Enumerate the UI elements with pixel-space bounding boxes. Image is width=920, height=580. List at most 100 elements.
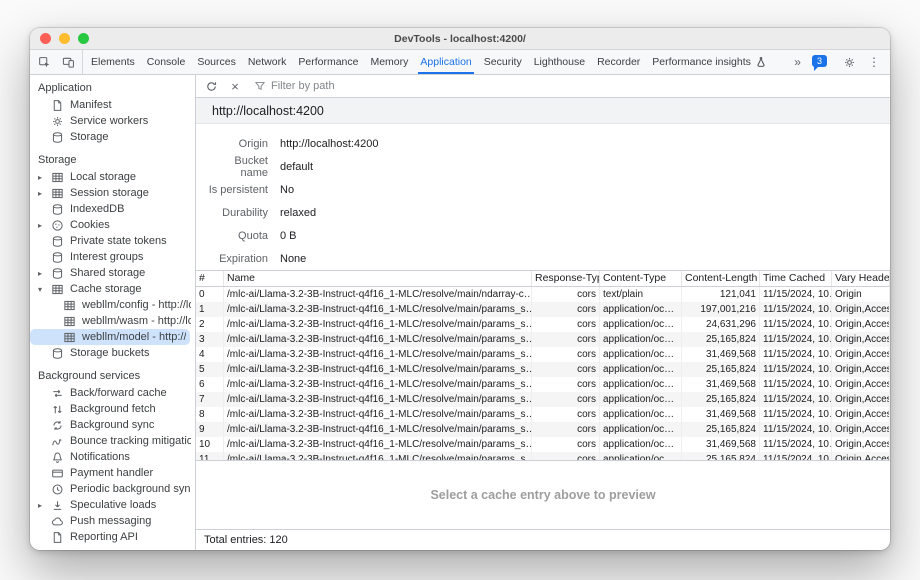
sidebar-item-storage[interactable]: Storage — [30, 129, 195, 145]
tab-sources[interactable]: Sources — [191, 50, 242, 74]
sidebar-item-periodic-background-sync[interactable]: Periodic background sync — [30, 481, 195, 497]
cell-vary-header: Origin,Access… — [832, 392, 890, 407]
sidebar-item-payment-handler[interactable]: Payment handler — [30, 465, 195, 481]
tab-recorder[interactable]: Recorder — [591, 50, 646, 74]
cache-entry-row[interactable]: 0/mlc-ai/Llama-3.2-3B-Instruct-q4f16_1-M… — [196, 287, 890, 302]
sidebar-item-reporting-api[interactable]: Reporting API — [30, 529, 195, 545]
chevron-right-icon[interactable]: ▸ — [38, 269, 50, 278]
minimize-window-button[interactable] — [59, 33, 70, 44]
bell-icon — [50, 451, 65, 464]
sidebar-item-manifest[interactable]: Manifest — [30, 97, 195, 113]
cache-entry-row[interactable]: 1/mlc-ai/Llama-3.2-3B-Instruct-q4f16_1-M… — [196, 302, 890, 317]
sidebar-item-private-state-tokens[interactable]: Private state tokens — [30, 233, 195, 249]
sidebar-item-push-messaging[interactable]: Push messaging — [30, 513, 195, 529]
database-icon — [50, 203, 65, 216]
column-header-response-type[interactable]: Response-Type — [532, 271, 600, 286]
chevron-down-icon[interactable]: ▾ — [38, 285, 50, 294]
sidebar-item-cookies[interactable]: ▸Cookies — [30, 217, 195, 233]
cache-entry-row[interactable]: 7/mlc-ai/Llama-3.2-3B-Instruct-q4f16_1-M… — [196, 392, 890, 407]
sidebar-item-label: IndexedDB — [70, 203, 124, 215]
tab-label: Security — [484, 56, 522, 68]
metadata-value: relaxed — [280, 207, 316, 219]
sidebar-item-webllm-wasm-http-loca[interactable]: webllm/wasm - http://loca… — [30, 313, 195, 329]
sidebar-item-back-forward-cache[interactable]: Back/forward cache — [30, 385, 195, 401]
sidebar-item-session-storage[interactable]: ▸Session storage — [30, 185, 195, 201]
tab-label: Performance — [298, 56, 358, 68]
sidebar-item-webllm-model-http-loc[interactable]: webllm/model - http://loc… — [30, 329, 190, 345]
cell-vary-header: Origin — [832, 287, 890, 302]
column-header-vary-header[interactable]: Vary Header — [832, 271, 890, 286]
traffic-lights — [40, 28, 89, 49]
chevron-right-icon[interactable]: ▸ — [38, 221, 50, 230]
refresh-icon[interactable] — [200, 76, 222, 96]
cache-entry-row[interactable]: 6/mlc-ai/Llama-3.2-3B-Instruct-q4f16_1-M… — [196, 377, 890, 392]
sidebar-item-storage-buckets[interactable]: Storage buckets — [30, 345, 195, 361]
sidebar-item-label: Shared storage — [70, 267, 145, 279]
filter-field[interactable]: Filter by path — [254, 80, 335, 92]
sidebar-item-label: Private state tokens — [70, 235, 167, 247]
settings-gear-icon[interactable] — [837, 50, 861, 74]
column-header-[interactable]: # — [196, 271, 224, 286]
cache-entry-row[interactable]: 4/mlc-ai/Llama-3.2-3B-Instruct-q4f16_1-M… — [196, 347, 890, 362]
cache-entry-row[interactable]: 10/mlc-ai/Llama-3.2-3B-Instruct-q4f16_1-… — [196, 437, 890, 452]
cache-entry-row[interactable]: 9/mlc-ai/Llama-3.2-3B-Instruct-q4f16_1-M… — [196, 422, 890, 437]
column-header-content-length[interactable]: Content-Length — [682, 271, 760, 286]
sidebar-item-service-workers[interactable]: Service workers — [30, 113, 195, 129]
cell-: 8 — [196, 407, 224, 422]
tab-performance[interactable]: Performance — [292, 50, 364, 74]
column-header-name[interactable]: Name — [224, 271, 532, 286]
chevron-right-icon[interactable]: ▸ — [38, 189, 50, 198]
chevron-right-icon[interactable]: ▸ — [38, 501, 50, 510]
tab-performance-insights[interactable]: Performance insights — [646, 50, 773, 74]
close-window-button[interactable] — [40, 33, 51, 44]
delete-selected-icon[interactable]: × — [224, 76, 246, 96]
metadata-value: No — [280, 184, 294, 196]
cache-storage-panel: × Filter by path http://localhost:4200 O… — [196, 75, 890, 550]
column-header-content-type[interactable]: Content-Type — [600, 271, 682, 286]
table-icon — [50, 283, 65, 296]
sidebar-item-cache-storage[interactable]: ▾Cache storage — [30, 281, 195, 297]
tab-security[interactable]: Security — [478, 50, 528, 74]
chevron-right-icon[interactable]: ▸ — [38, 173, 50, 182]
sidebar-item-background-sync[interactable]: Background sync — [30, 417, 195, 433]
tab-console[interactable]: Console — [141, 50, 192, 74]
tab-application[interactable]: Application — [414, 50, 477, 74]
cache-entry-row[interactable]: 11/mlc-ai/Llama-3.2-3B-Instruct-q4f16_1-… — [196, 452, 890, 461]
cache-entry-row[interactable]: 5/mlc-ai/Llama-3.2-3B-Instruct-q4f16_1-M… — [196, 362, 890, 377]
zoom-window-button[interactable] — [78, 33, 89, 44]
sidebar-item-interest-groups[interactable]: Interest groups — [30, 249, 195, 265]
database-icon — [50, 347, 65, 360]
device-toolbar-icon[interactable] — [56, 50, 80, 74]
tab-elements[interactable]: Elements — [85, 50, 141, 74]
tab-network[interactable]: Network — [242, 50, 293, 74]
cache-entry-row[interactable]: 3/mlc-ai/Llama-3.2-3B-Instruct-q4f16_1-M… — [196, 332, 890, 347]
cache-entry-row[interactable]: 2/mlc-ai/Llama-3.2-3B-Instruct-q4f16_1-M… — [196, 317, 890, 332]
sidebar-item-shared-storage[interactable]: ▸ Shared storage — [30, 265, 195, 281]
cell-: 9 — [196, 422, 224, 437]
cell-name: /mlc-ai/Llama-3.2-3B-Instruct-q4f16_1-ML… — [224, 347, 532, 362]
tab-lighthouse[interactable]: Lighthouse — [528, 50, 591, 74]
cell-time-cached: 11/15/2024, 10… — [760, 287, 832, 302]
sidebar-item-bounce-tracking-mitigations[interactable]: Bounce tracking mitigations — [30, 433, 195, 449]
sidebar-item-label: Back/forward cache — [70, 387, 167, 399]
card-icon — [50, 467, 65, 480]
inspect-element-icon[interactable] — [32, 50, 56, 74]
more-menu-icon[interactable]: ⋮ — [864, 55, 884, 69]
sidebar-item-background-fetch[interactable]: Background fetch — [30, 401, 195, 417]
console-messages-badge[interactable]: 3 — [812, 55, 827, 67]
cell-content-length: 25,165,824 — [682, 422, 760, 437]
cell-response-type: cors — [532, 377, 600, 392]
sidebar-item-local-storage[interactable]: ▸Local storage — [30, 169, 195, 185]
column-header-time-cached[interactable]: Time Cached — [760, 271, 832, 286]
cache-entry-row[interactable]: 8/mlc-ai/Llama-3.2-3B-Instruct-q4f16_1-M… — [196, 407, 890, 422]
sidebar-item-speculative-loads[interactable]: ▸Speculative loads — [30, 497, 195, 513]
sidebar-item-webllm-config-http-loc[interactable]: webllm/config - http://loc… — [30, 297, 195, 313]
metadata-row-bucket-name: Bucket namedefault — [206, 155, 890, 178]
cell-content-type: application/oc… — [600, 392, 682, 407]
cell-response-type: cors — [532, 452, 600, 461]
cell-name: /mlc-ai/Llama-3.2-3B-Instruct-q4f16_1-ML… — [224, 332, 532, 347]
more-panels-icon[interactable]: » — [790, 55, 805, 69]
tab-memory[interactable]: Memory — [364, 50, 414, 74]
sidebar-item-indexeddb[interactable]: IndexedDB — [30, 201, 195, 217]
sidebar-item-notifications[interactable]: Notifications — [30, 449, 195, 465]
